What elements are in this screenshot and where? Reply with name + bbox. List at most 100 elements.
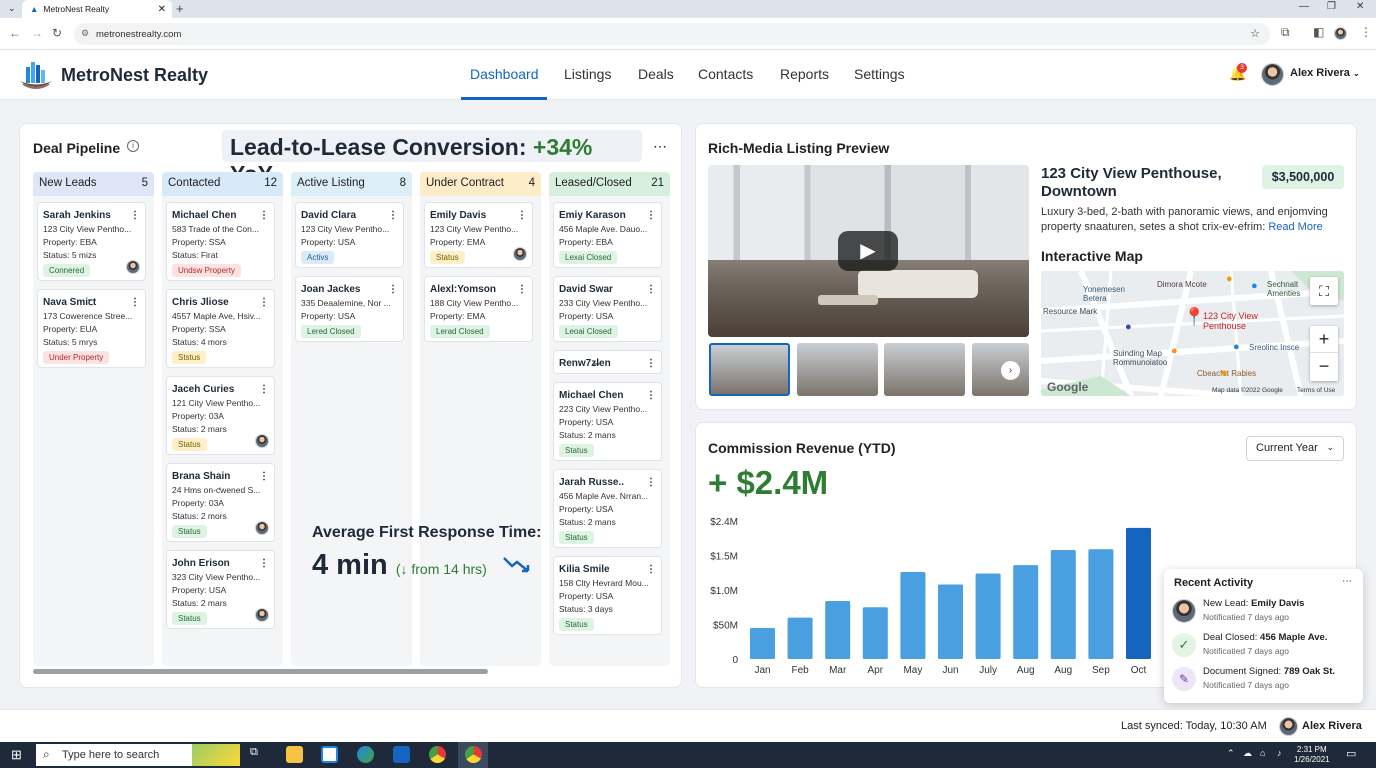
edge-icon[interactable] — [357, 746, 374, 763]
deal-card[interactable]: John Erison ⋮ 323 City View Pentho... Prope… — [166, 550, 275, 629]
tray-chevron-icon[interactable]: ⌃ — [1227, 748, 1235, 759]
map-pin-icon[interactable]: 📍 — [1183, 307, 1205, 328]
profile-avatar-icon[interactable] — [1334, 27, 1347, 40]
revenue-bar[interactable] — [900, 572, 926, 659]
revenue-bar[interactable] — [938, 584, 963, 659]
deal-card[interactable]: Emily Davis ⋮ 123 City View Pentho... Prope… — [424, 202, 533, 268]
user-avatar[interactable] — [1261, 63, 1284, 86]
zoom-in-icon[interactable]: + — [1310, 326, 1338, 353]
deal-card[interactable]: Renw7z̶len ⋮ — [553, 350, 662, 374]
listing-video[interactable]: ▶ — [708, 165, 1029, 337]
deal-card[interactable]: Joan Jackes ⋮ 335 Deaalemine, Nor ... Prope… — [295, 276, 404, 342]
extensions-icon[interactable]: ⧉ — [1281, 25, 1290, 40]
gallery-thumbnail[interactable] — [797, 343, 878, 396]
maximize-icon[interactable]: ❐ — [1327, 1, 1336, 12]
kebab-menu-icon[interactable]: ⋮ — [517, 209, 527, 222]
period-select[interactable]: Current Year ⌄ — [1246, 436, 1344, 461]
task-view-icon[interactable]: ⧉ — [250, 746, 267, 763]
browser-tab[interactable]: ▲ MetroNest Realty ✕ — [22, 0, 172, 18]
reload-icon[interactable]: ↻ — [52, 26, 62, 40]
back-icon[interactable]: ← — [9, 26, 21, 40]
map-terms-link[interactable]: Terms of Use — [1297, 387, 1335, 394]
horizontal-scrollbar[interactable] — [33, 669, 488, 674]
kebab-menu-icon[interactable]: ⋮ — [646, 389, 656, 402]
kebab-menu-icon[interactable]: ⋮ — [130, 296, 140, 309]
play-button[interactable]: ▶ — [838, 231, 898, 271]
kebab-menu-icon[interactable]: ⋮ — [259, 296, 269, 309]
revenue-bar[interactable] — [1126, 527, 1151, 659]
deal-card[interactable]: Kilia Smile ⋮ 158 Clty Hevrard Mou... Prope… — [553, 556, 662, 635]
tab-list-icon[interactable]: ⌄ — [8, 3, 16, 14]
read-more-link[interactable]: Read More — [1268, 221, 1322, 233]
kebab-menu-icon[interactable]: ⋮ — [646, 357, 656, 370]
revenue-bar[interactable] — [975, 573, 1001, 659]
nav-dashboard[interactable]: Dashboard — [470, 66, 539, 82]
revenue-bar[interactable] — [862, 607, 888, 659]
revenue-bar[interactable] — [1088, 549, 1114, 659]
revenue-bar[interactable] — [787, 617, 813, 659]
info-icon[interactable]: i — [127, 140, 139, 152]
taskbar-clock[interactable]: 2:31 PM 1/26/2021 — [1294, 745, 1330, 765]
kebab-menu-icon[interactable]: ⋮ — [646, 476, 656, 489]
chrome-icon[interactable] — [465, 746, 482, 763]
store-icon[interactable] — [321, 746, 338, 763]
kebab-menu-icon[interactable]: ⋮ — [646, 209, 656, 222]
notification-center-icon[interactable]: ▭ — [1346, 747, 1356, 760]
volume-icon[interactable]: ♪ — [1277, 748, 1282, 758]
deal-card[interactable]: Nava Smiꞇt ⋮ 173 Cowerence Stree... Propert… — [37, 289, 146, 368]
column-header[interactable]: New Leads 5 — [33, 172, 154, 196]
cloud-icon[interactable]: ☁ — [1243, 748, 1252, 759]
kebab-menu-icon[interactable]: ⋮ — [646, 283, 656, 296]
column-header[interactable]: Active Listing 8 — [291, 172, 412, 196]
deal-card[interactable]: David Clara ⋮ 123 City View Pentho... Prope… — [295, 202, 404, 268]
chrome-icon[interactable] — [429, 746, 446, 763]
kebab-menu-icon[interactable]: ⋮ — [388, 209, 398, 222]
kebab-menu-icon[interactable]: ⋮ — [259, 209, 269, 222]
footer-user-name[interactable]: Alex Rivera — [1302, 720, 1362, 732]
column-header[interactable]: Contacted 12 — [162, 172, 283, 196]
new-tab-icon[interactable]: + — [176, 1, 184, 16]
revenue-bar[interactable] — [825, 601, 851, 659]
forward-icon[interactable]: → — [31, 26, 43, 40]
bookmark-star-icon[interactable]: ☆ — [1250, 27, 1260, 40]
nav-reports[interactable]: Reports — [780, 66, 829, 82]
gallery-thumbnail[interactable] — [709, 343, 790, 396]
kebab-menu-icon[interactable]: ⋮ — [130, 209, 140, 222]
site-info-icon[interactable]: ⚙ — [81, 28, 89, 39]
more-options-icon[interactable]: ⋯ — [653, 138, 667, 155]
revenue-bar[interactable] — [1050, 549, 1076, 659]
gallery-thumbnail[interactable] — [884, 343, 965, 396]
deal-card[interactable]: Michael Chen ⋮ 223 City View Pentho... Prop… — [553, 382, 662, 461]
kebab-menu-icon[interactable]: ⋮ — [646, 563, 656, 576]
nav-settings[interactable]: Settings — [854, 66, 905, 82]
chevron-right-icon[interactable]: › — [1001, 361, 1020, 380]
close-window-icon[interactable]: ✕ — [1356, 1, 1364, 12]
activity-item[interactable]: New Lead: Emily Davis Notificatied 7 day… — [1172, 597, 1357, 629]
user-menu[interactable]: Alex Rivera ⌄ — [1290, 67, 1360, 79]
outlook-icon[interactable] — [393, 746, 410, 763]
column-header[interactable]: Leased/Closed 21 — [549, 172, 670, 196]
revenue-bar[interactable] — [750, 627, 775, 659]
deal-card[interactable]: Brana Shain ⋮ 24 Hms on-ƈwened S... Propert… — [166, 463, 275, 542]
taskbar-search-input[interactable]: ⌕ Type here to search — [36, 744, 240, 766]
nav-deals[interactable]: Deals — [638, 66, 674, 82]
activity-item[interactable]: ✎ Document Signed: 789 Oak St. Notificat… — [1172, 665, 1357, 697]
column-header[interactable]: Under Contract 4 — [420, 172, 541, 196]
deal-card[interactable]: Emiy Karason ⋮ 456 Maple Ave. Dauo... Prope… — [553, 202, 662, 268]
side-panel-icon[interactable]: ◧ — [1313, 25, 1324, 39]
nav-contacts[interactable]: Contacts — [698, 66, 753, 82]
kebab-menu-icon[interactable]: ⋮ — [388, 283, 398, 296]
deal-card[interactable]: Chris Jliose ⋮ 4557 Maple Ave, Hsiv... Prop… — [166, 289, 275, 368]
more-options-icon[interactable]: ⋯ — [1342, 576, 1352, 587]
footer-avatar[interactable] — [1279, 717, 1298, 736]
kebab-menu-icon[interactable]: ⋮ — [517, 283, 527, 296]
deal-card[interactable]: Sarah Jenkins ⋮ 123 City View Pentho... Pro… — [37, 202, 146, 281]
deal-card[interactable]: Jarah Russe.. ⋮ 456 Maple Ave. Nrran... Pro… — [553, 469, 662, 548]
interactive-map[interactable]: Yonemesen Betera Dimora Mcote Sechnalt A… — [1041, 271, 1344, 396]
fullscreen-icon[interactable]: ⛶ — [1310, 277, 1338, 305]
kebab-menu-icon[interactable]: ⋮ — [259, 470, 269, 483]
revenue-bar[interactable] — [1013, 565, 1039, 659]
windows-start-icon[interactable]: ⊞ — [11, 747, 22, 763]
minimize-icon[interactable]: — — [1299, 1, 1309, 12]
file-explorer-icon[interactable] — [286, 746, 303, 763]
